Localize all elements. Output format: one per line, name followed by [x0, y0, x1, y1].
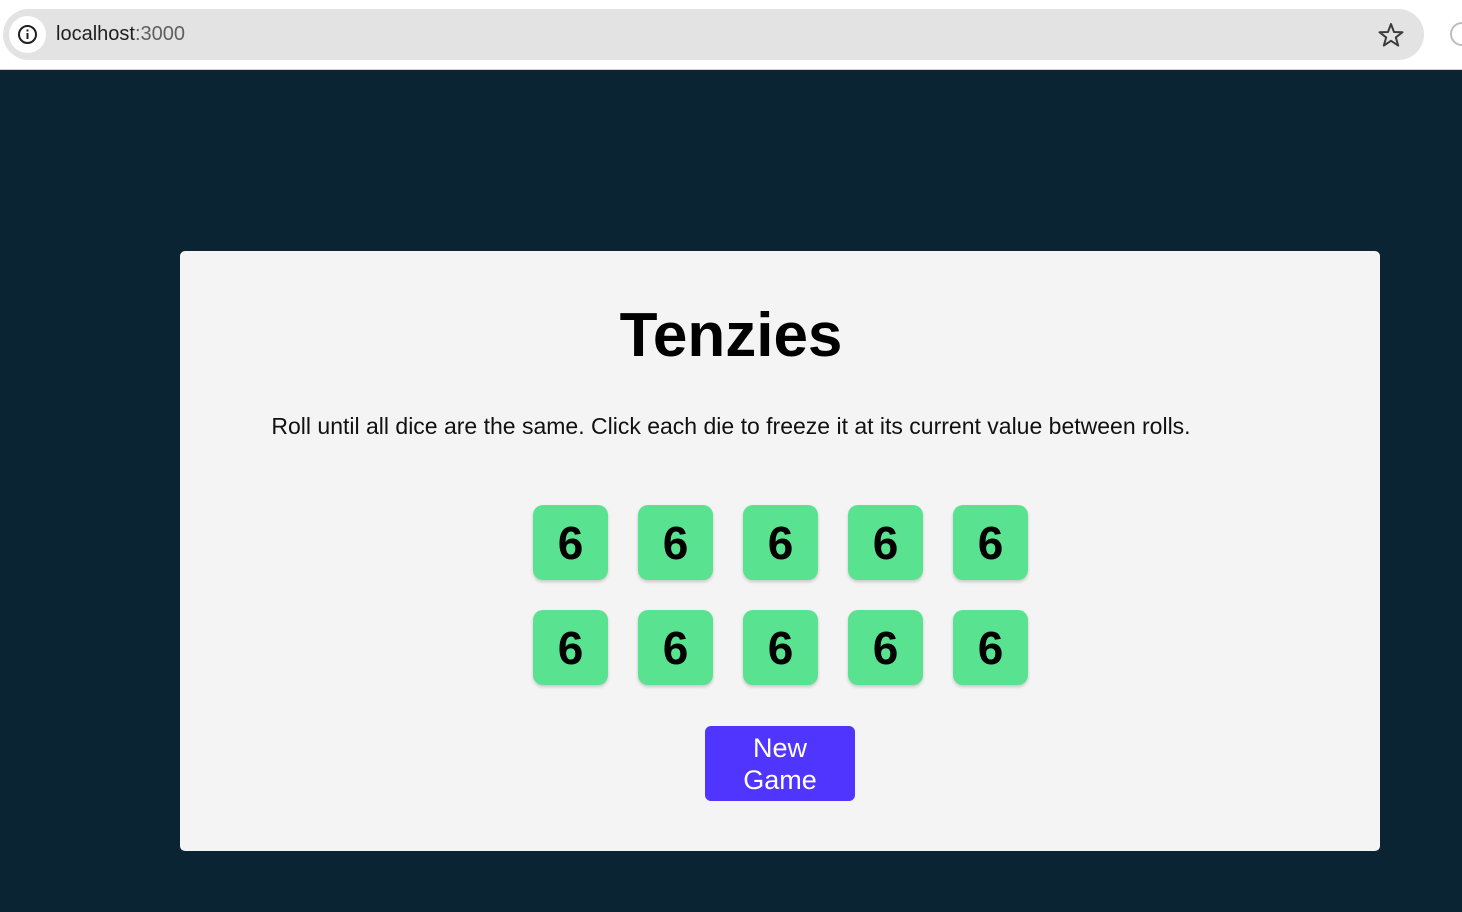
die[interactable]: 6 — [953, 505, 1028, 580]
die[interactable]: 6 — [638, 505, 713, 580]
star-icon[interactable] — [1377, 21, 1405, 49]
die[interactable]: 6 — [953, 610, 1028, 685]
die[interactable]: 6 — [743, 505, 818, 580]
extension-icon[interactable] — [1450, 22, 1462, 46]
die[interactable]: 6 — [848, 505, 923, 580]
new-game-button[interactable]: New Game — [705, 726, 855, 801]
die[interactable]: 6 — [533, 505, 608, 580]
url-text[interactable]: localhost:3000 — [56, 22, 185, 46]
info-icon[interactable] — [9, 16, 46, 53]
die[interactable]: 6 — [638, 610, 713, 685]
die[interactable]: 6 — [533, 610, 608, 685]
url-port: :3000 — [134, 23, 185, 45]
instructions-text: Roll until all dice are the same. Click … — [271, 413, 1191, 439]
browser-toolbar: localhost:3000 — [0, 0, 1462, 70]
page-title: Tenzies — [619, 301, 843, 370]
address-bar[interactable]: localhost:3000 — [3, 9, 1424, 60]
die[interactable]: 6 — [743, 610, 818, 685]
url-host: localhost — [56, 23, 135, 45]
die[interactable]: 6 — [848, 610, 923, 685]
dice-grid: 6 6 6 6 6 6 6 6 6 6 — [533, 505, 1028, 685]
